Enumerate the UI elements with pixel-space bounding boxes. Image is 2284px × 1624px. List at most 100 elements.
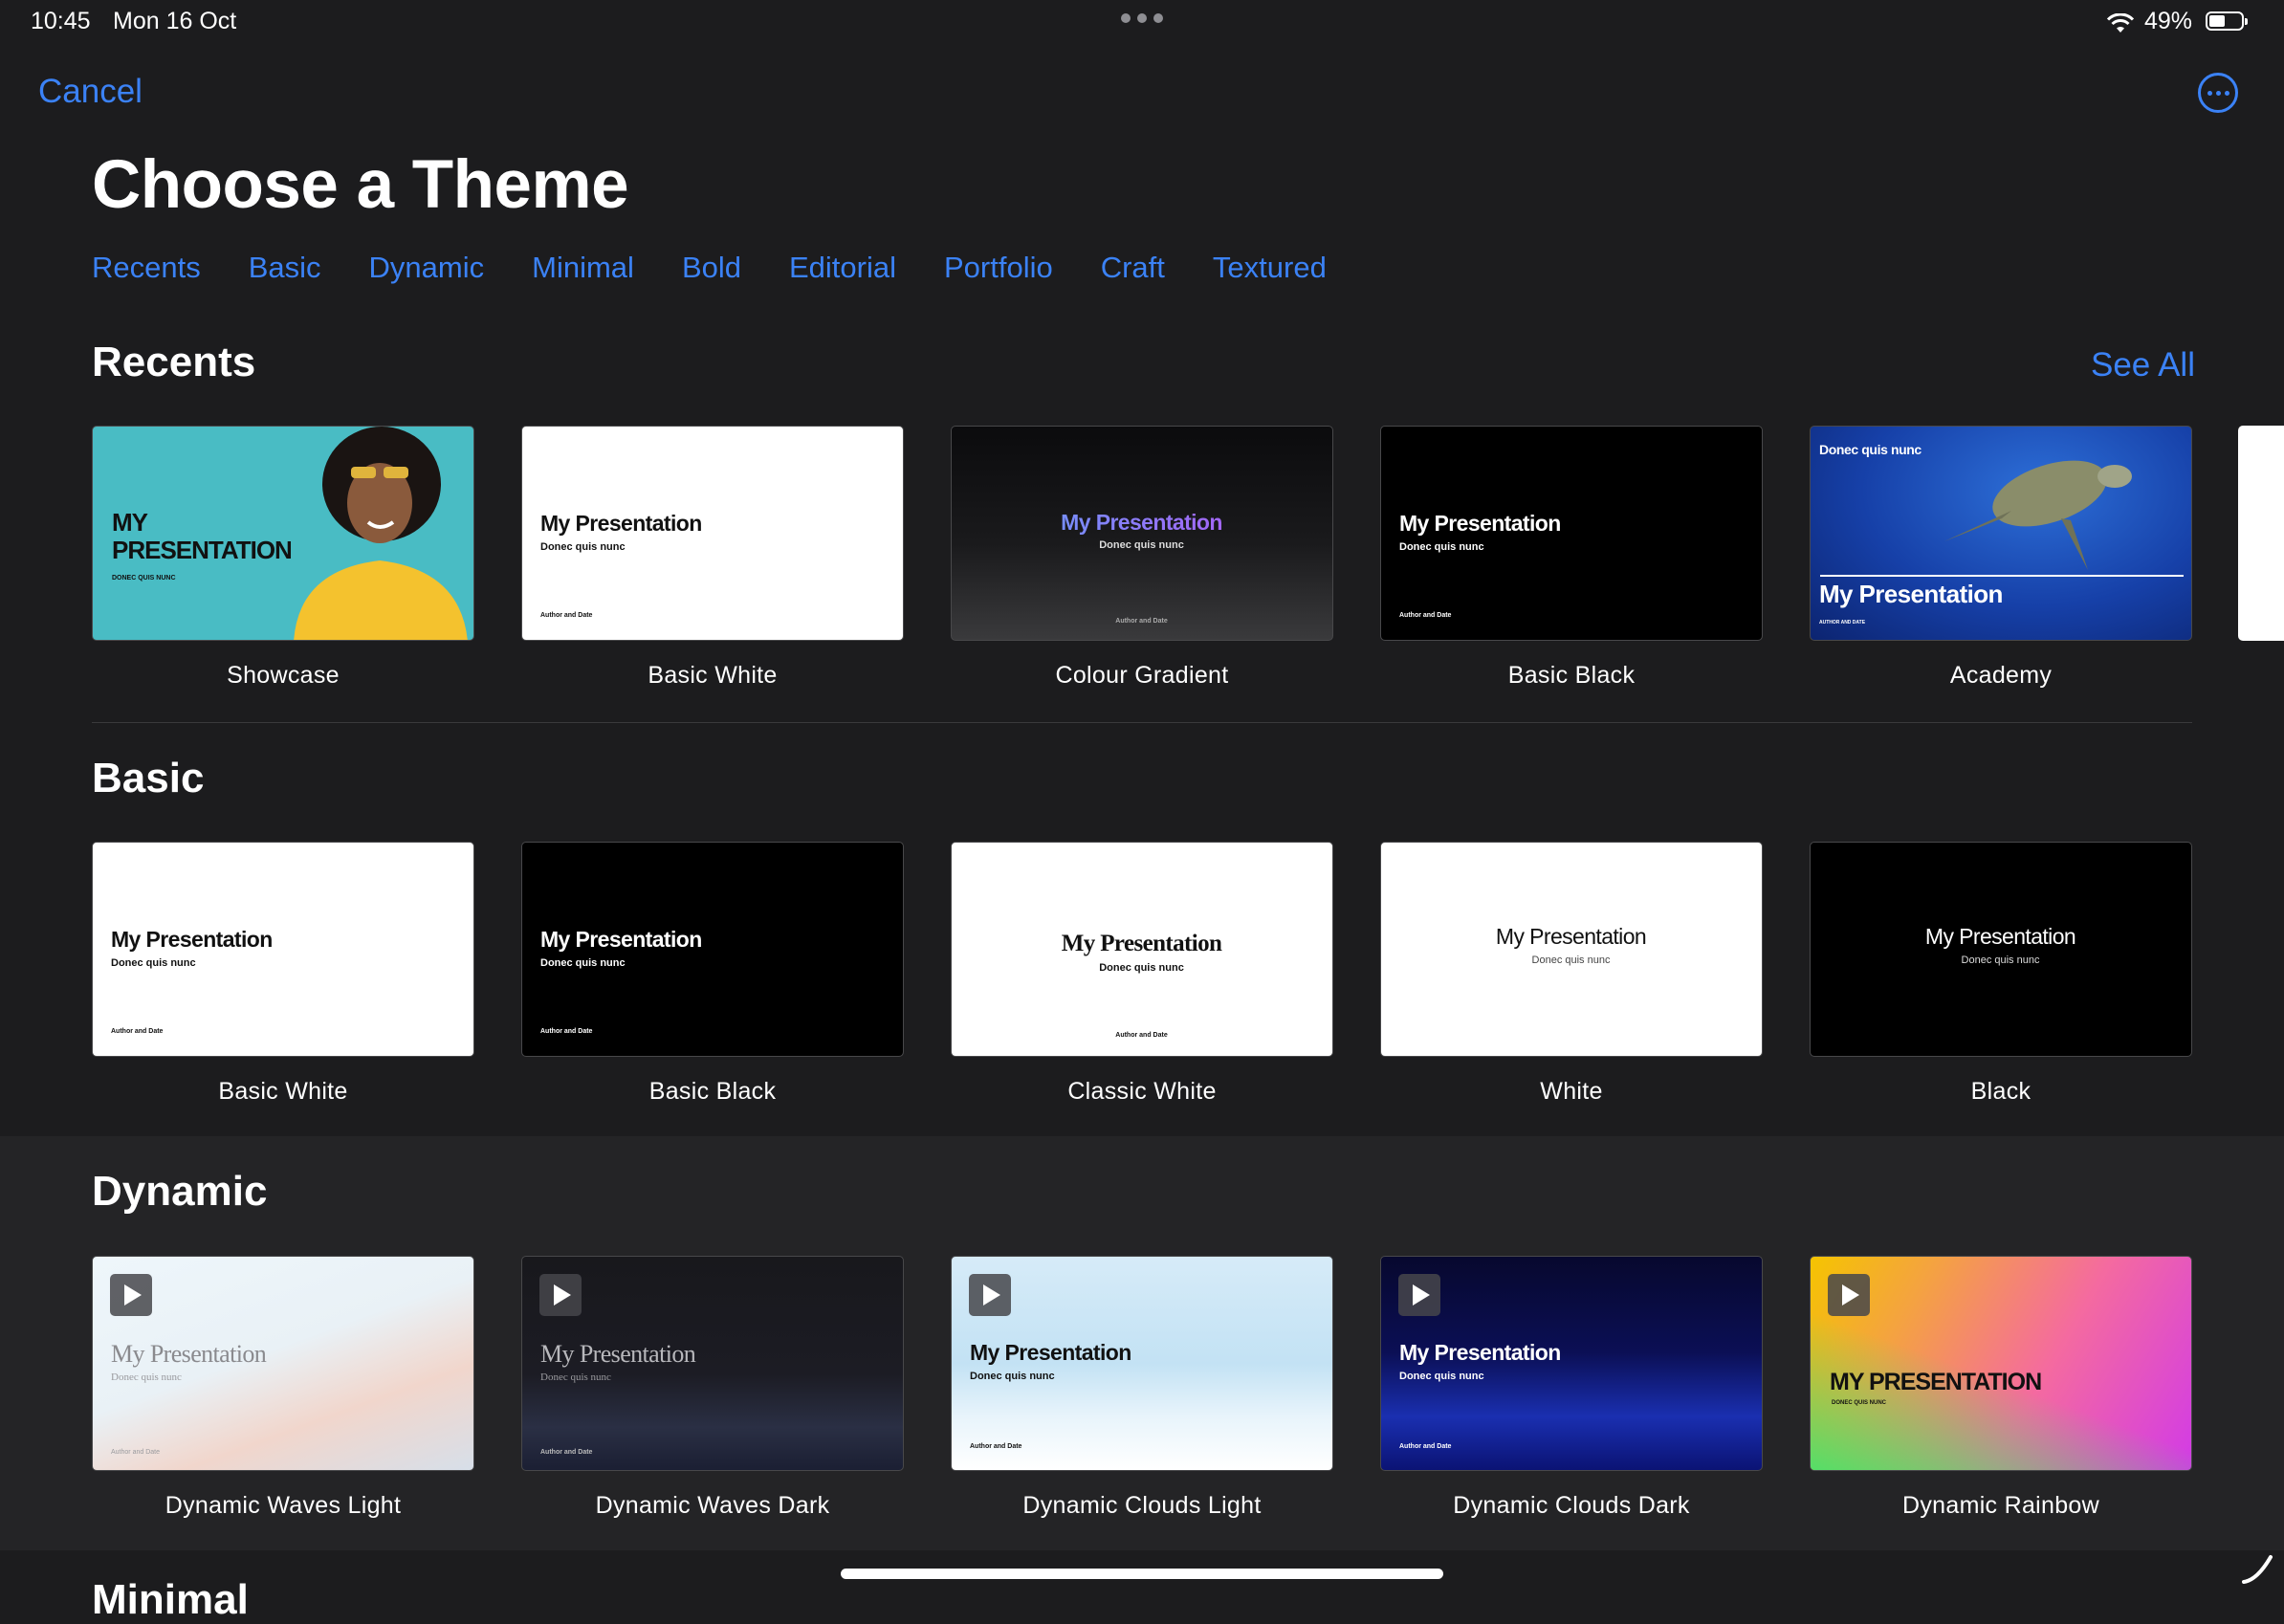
tab-recents[interactable]: Recents <box>92 251 201 285</box>
theme-title-text: My Presentation <box>540 511 702 536</box>
battery-percent: 49% <box>2144 8 2193 34</box>
theme-name: Academy <box>1949 662 2053 689</box>
battery-icon <box>2206 11 2248 31</box>
theme-thumbnail: My Presentation Donec quis nunc Author a… <box>521 842 904 1057</box>
theme-name: Dynamic Waves Light <box>165 1492 402 1519</box>
theme-title-text: My Presentation <box>1495 924 1647 949</box>
theme-author-text: Author and Date <box>111 1028 164 1035</box>
theme-title-text: My Presentation <box>1061 931 1222 956</box>
theme-title-text: My Presentation <box>952 510 1331 536</box>
tab-portfolio[interactable]: Portfolio <box>944 251 1053 285</box>
theme-thumbnail: My Presentation Donec quis nunc <box>1380 842 1763 1057</box>
more-options-icon[interactable] <box>2198 73 2238 113</box>
theme-thumbnail: Donec quis nunc My Presentation AUTHOR A… <box>1810 426 2192 641</box>
tab-minimal[interactable]: Minimal <box>532 251 634 285</box>
section-title-minimal: Minimal <box>92 1576 249 1623</box>
theme-subtitle-text: Donec quis nunc <box>540 541 626 553</box>
tab-bold[interactable]: Bold <box>682 251 741 285</box>
theme-title-text: My Presentation <box>1924 924 2076 949</box>
theme-card-white[interactable]: My Presentation Donec quis nunc White <box>1380 842 1763 1106</box>
theme-card-dynamic-waves-light[interactable]: My Presentation Donec quis nunc Author a… <box>92 1256 474 1520</box>
theme-author-text: Author and Date <box>111 1449 160 1456</box>
theme-subtitle-text: Donec quis nunc <box>540 1372 611 1383</box>
theme-thumbnail: My Presentation Donec quis nunc Author a… <box>1380 1256 1763 1471</box>
theme-author-text: Author and Date <box>1115 618 1168 625</box>
theme-subtitle-text: Donec quis nunc <box>111 1372 182 1383</box>
section-title-basic: Basic <box>92 755 205 801</box>
theme-name: Showcase <box>227 662 340 689</box>
section-title-dynamic: Dynamic <box>92 1168 268 1215</box>
play-icon <box>110 1274 152 1316</box>
basic-row: My Presentation Donec quis nunc Author a… <box>92 842 2239 1106</box>
theme-thumbnail: My Presentation Donec quis nunc Author a… <box>951 1256 1333 1471</box>
theme-card-basic-white[interactable]: My Presentation Donec quis nunc Author a… <box>521 426 904 690</box>
pencil-icon[interactable] <box>2240 1551 2274 1586</box>
theme-name: Basic White <box>218 1078 348 1105</box>
theme-subtitle-text: Donec quis nunc <box>1961 955 2040 966</box>
tab-textured[interactable]: Textured <box>1213 251 1327 285</box>
theme-author-text: Author and Date <box>1115 1032 1168 1039</box>
theme-card-colour-gradient[interactable]: My Presentation Donec quis nunc Author a… <box>951 426 1333 690</box>
section-divider <box>92 722 2192 723</box>
theme-card-partial[interactable] <box>2238 426 2284 641</box>
theme-name: Dynamic Rainbow <box>1902 1492 2099 1519</box>
theme-name: Dynamic Clouds Dark <box>1453 1492 1690 1519</box>
tab-dynamic[interactable]: Dynamic <box>369 251 485 285</box>
cancel-button[interactable]: Cancel <box>38 73 143 111</box>
theme-title-text: My Presentation <box>1399 1340 1561 1365</box>
theme-author-text: Author and Date <box>1399 612 1452 619</box>
tab-editorial[interactable]: Editorial <box>789 251 896 285</box>
theme-subtitle-text: Donec quis nunc <box>1399 541 1484 553</box>
theme-card-black[interactable]: My Presentation Donec quis nunc Black <box>1810 842 2192 1106</box>
tab-craft[interactable]: Craft <box>1101 251 1165 285</box>
status-date: Mon 16 Oct <box>113 8 237 34</box>
theme-card-showcase[interactable]: MY PRESENTATION DONEC QUIS NUNC Showcase <box>92 426 474 690</box>
recents-row: MY PRESENTATION DONEC QUIS NUNC Showcase… <box>92 426 2239 690</box>
theme-title-text: My Presentation <box>1819 580 2003 608</box>
theme-author-text: Author and Date <box>540 1449 593 1456</box>
theme-thumbnail: My Presentation Donec quis nunc Author a… <box>92 842 474 1057</box>
theme-author-text: Author and Date <box>1399 1443 1452 1450</box>
theme-name: Basic Black <box>1507 662 1636 689</box>
theme-subtitle-text: Donec quis nunc <box>1399 1371 1484 1382</box>
theme-name: Colour Gradient <box>1055 662 1229 689</box>
theme-card-basic-black[interactable]: My Presentation Donec quis nunc Author a… <box>521 842 904 1106</box>
theme-subtitle-text: Donec quis nunc <box>1099 539 1184 551</box>
theme-title-text: My Presentation <box>540 1340 696 1368</box>
theme-title-text: My Presentation <box>111 1340 267 1368</box>
play-icon <box>969 1274 1011 1316</box>
theme-card-academy[interactable]: Donec quis nunc My Presentation AUTHOR A… <box>1810 426 2192 690</box>
theme-thumbnail: My Presentation Donec quis nunc Author a… <box>1380 426 1763 641</box>
theme-subtitle-text: DONEC QUIS NUNC <box>112 575 176 582</box>
dynamic-row: My Presentation Donec quis nunc Author a… <box>92 1256 2239 1520</box>
see-all-button[interactable]: See All <box>2091 346 2195 384</box>
page-title: Choose a Theme <box>92 147 629 223</box>
theme-title-text: MY PRESENTATION <box>112 508 293 564</box>
theme-thumbnail: My Presentation Donec quis nunc Author a… <box>521 426 904 641</box>
theme-author-text: Author and Date <box>540 1028 593 1035</box>
play-icon <box>1828 1274 1870 1316</box>
theme-title-text: My Presentation <box>970 1340 1131 1365</box>
play-icon <box>1398 1274 1440 1316</box>
tab-basic[interactable]: Basic <box>249 251 321 285</box>
theme-card-dynamic-clouds-dark[interactable]: My Presentation Donec quis nunc Author a… <box>1380 1256 1763 1520</box>
theme-card-dynamic-clouds-light[interactable]: My Presentation Donec quis nunc Author a… <box>951 1256 1333 1520</box>
theme-name: Classic White <box>1067 1078 1217 1105</box>
theme-card-basic-black[interactable]: My Presentation Donec quis nunc Author a… <box>1380 426 1763 690</box>
theme-name: Basic White <box>648 662 778 689</box>
theme-title-text: My Presentation <box>111 927 273 952</box>
theme-card-dynamic-rainbow[interactable]: MY PRESENTATION DONEC QUIS NUNC Dynamic … <box>1810 1256 2192 1520</box>
theme-card-basic-white[interactable]: My Presentation Donec quis nunc Author a… <box>92 842 474 1106</box>
theme-subtitle-text: Donec quis nunc <box>1099 962 1184 974</box>
theme-author-text: AUTHOR AND DATE <box>1819 620 1866 625</box>
theme-name: Basic Black <box>648 1078 777 1105</box>
theme-subtitle-text: Donec quis nunc <box>1819 442 1922 457</box>
theme-thumbnail: My Presentation Donec quis nunc <box>1810 842 2192 1057</box>
theme-name: White <box>1540 1078 1603 1105</box>
theme-name: Black <box>1970 1078 2031 1105</box>
theme-card-dynamic-waves-dark[interactable]: My Presentation Donec quis nunc Author a… <box>521 1256 904 1520</box>
theme-subtitle-text: DONEC QUIS NUNC <box>1832 1400 1887 1406</box>
home-indicator[interactable] <box>841 1569 1443 1579</box>
multitasking-dots-icon[interactable] <box>1121 13 1163 23</box>
theme-card-classic-white[interactable]: My Presentation Donec quis nunc Author a… <box>951 842 1333 1106</box>
